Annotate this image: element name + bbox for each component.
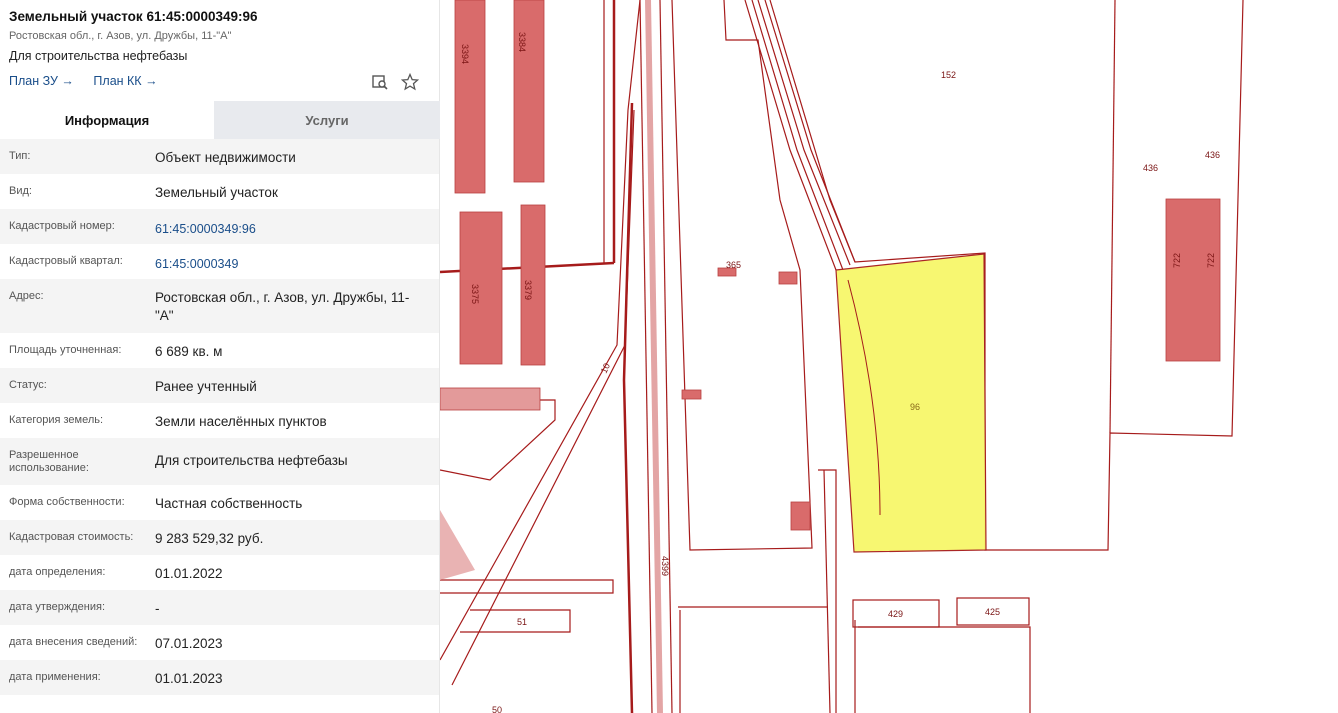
info-label: Разрешенное использование:	[9, 449, 89, 474]
cadastral-map[interactable]: 3394 3384 3375 3379 152 436 436 365 96 7…	[440, 0, 1338, 713]
info-row: дата утверждения: -	[0, 590, 439, 625]
panel-header: Земельный участок 61:45:0000349:96 Росто…	[0, 0, 439, 101]
info-row: Форма собственности: Частная собственност…	[0, 485, 439, 520]
building-722	[1165, 198, 1221, 362]
label-96: 96	[910, 402, 920, 412]
info-row: Разрешенное использование: Для строительс…	[0, 438, 439, 485]
parcel-outline	[440, 579, 614, 594]
label-51: 51	[517, 617, 527, 627]
info-row: Адрес: Ростовская обл., г. Азов, ул. Друж…	[0, 279, 439, 333]
info-label: Площадь уточненная:	[9, 344, 122, 356]
info-value: Объект недвижимости	[155, 150, 296, 165]
info-row: Тип: Объект недвижимости	[0, 139, 439, 174]
track-line	[757, 0, 851, 266]
cadastral-number-link[interactable]: 61:45:0000349:96	[155, 209, 439, 238]
info-label: дата определения:	[9, 566, 106, 578]
info-value: Ранее учтенный	[155, 379, 257, 394]
building	[440, 510, 475, 580]
info-row: дата применения: 01.01.2023	[0, 660, 439, 695]
object-address: Ростовская обл., г. Азов, ул. Дружбы, 11…	[9, 30, 232, 42]
building-3384	[513, 0, 545, 183]
info-label: Кадастровый номер:	[9, 220, 115, 232]
info-label: Кадастровая стоимость:	[9, 531, 134, 543]
info-row: Кадастровая стоимость: 9 283 529,32 руб.	[0, 520, 439, 555]
info-label: Вид:	[9, 185, 32, 197]
star-icon[interactable]	[400, 72, 420, 91]
label-429: 429	[888, 609, 903, 619]
label-365: 365	[726, 260, 741, 270]
tab-bar: Информация Услуги	[0, 101, 440, 139]
rail-edge	[659, 0, 673, 713]
building	[778, 271, 798, 285]
building	[681, 389, 702, 400]
info-row: Категория земель: Земли населённых пункто…	[0, 403, 439, 438]
info-label: Кадастровый квартал:	[9, 255, 123, 267]
header-actions	[371, 72, 420, 91]
info-value: Частная собственность	[155, 496, 303, 511]
object-purpose: Для строительства нефтебазы	[9, 49, 188, 63]
plan-kk-link[interactable]: План КК →	[93, 74, 157, 88]
info-row: Кадастровый номер: 61:45:0000349:96	[0, 209, 439, 244]
info-row: Площадь уточненная: 6 689 кв. м	[0, 333, 439, 368]
building-3375	[459, 211, 503, 365]
parcel-outline	[858, 626, 1031, 713]
label-722: 722	[1172, 253, 1182, 268]
info-table: Тип: Объект недвижимости Вид: Земельный уч…	[0, 139, 439, 695]
tab-information[interactable]: Информация	[0, 101, 214, 139]
info-value: Для строительства нефтебазы	[155, 453, 348, 468]
label-3375: 3375	[470, 284, 480, 304]
label-4399: 4399	[660, 556, 670, 576]
info-value: 9 283 529,32 руб.	[155, 531, 264, 546]
parcel-outline	[823, 469, 831, 713]
building	[440, 387, 541, 411]
info-value: 07.01.2023	[155, 636, 223, 651]
info-label: дата утверждения:	[9, 601, 106, 613]
info-label: дата внесения сведений:	[9, 636, 138, 648]
info-label: Тип:	[9, 150, 31, 162]
info-value: 01.01.2022	[155, 566, 223, 581]
info-label: Адрес:	[9, 290, 44, 302]
page-title: Земельный участок 61:45:0000349:96	[9, 9, 258, 24]
info-panel: Земельный участок 61:45:0000349:96 Росто…	[0, 0, 440, 713]
label-722: 722	[1206, 253, 1216, 268]
parcel-outline	[1109, 0, 1116, 434]
info-value: -	[155, 601, 160, 616]
info-label: Форма собственности:	[9, 496, 125, 508]
info-value: Земли населённых пунктов	[155, 414, 327, 429]
label-50: 50	[492, 705, 502, 713]
label-3394: 3394	[460, 44, 470, 64]
info-row: Кадастровый квартал: 61:45:0000349	[0, 244, 439, 279]
map-canvas[interactable]: 3394 3384 3375 3379 152 436 436 365 96 7…	[440, 0, 1338, 713]
building	[790, 501, 811, 531]
label-3384: 3384	[517, 32, 527, 52]
info-row: Вид: Земельный участок	[0, 174, 439, 209]
plan-zu-link[interactable]: План ЗУ →	[9, 74, 74, 88]
info-value: Земельный участок	[155, 185, 278, 200]
info-row: дата внесения сведений: 07.01.2023	[0, 625, 439, 660]
cadastral-quarter-link[interactable]: 61:45:0000349	[155, 244, 439, 273]
label-425: 425	[985, 607, 1000, 617]
label-3379: 3379	[523, 280, 533, 300]
building-3394	[454, 0, 486, 194]
info-row: Статус: Ранее учтенный	[0, 368, 439, 403]
label-436: 436	[1143, 163, 1158, 173]
parcel-51-outline	[460, 609, 571, 633]
info-value: Ростовская обл., г. Азов, ул. Дружбы, 11…	[155, 290, 410, 323]
track-line	[764, 0, 856, 263]
track-line	[751, 0, 844, 271]
parcel-outline	[440, 399, 556, 481]
info-row: дата определения: 01.01.2022	[0, 555, 439, 590]
label-436: 436	[1205, 150, 1220, 160]
info-label: Категория земель:	[9, 414, 104, 426]
tab-services[interactable]: Услуги	[214, 101, 440, 139]
info-label: Статус:	[9, 379, 47, 391]
plan-links: План ЗУ → План КК →	[9, 74, 174, 88]
info-value: 6 689 кв. м	[155, 344, 223, 359]
label-152: 152	[941, 70, 956, 80]
info-value: 01.01.2023	[155, 671, 223, 686]
search-doc-icon[interactable]	[371, 73, 389, 91]
info-label: дата применения:	[9, 671, 101, 683]
